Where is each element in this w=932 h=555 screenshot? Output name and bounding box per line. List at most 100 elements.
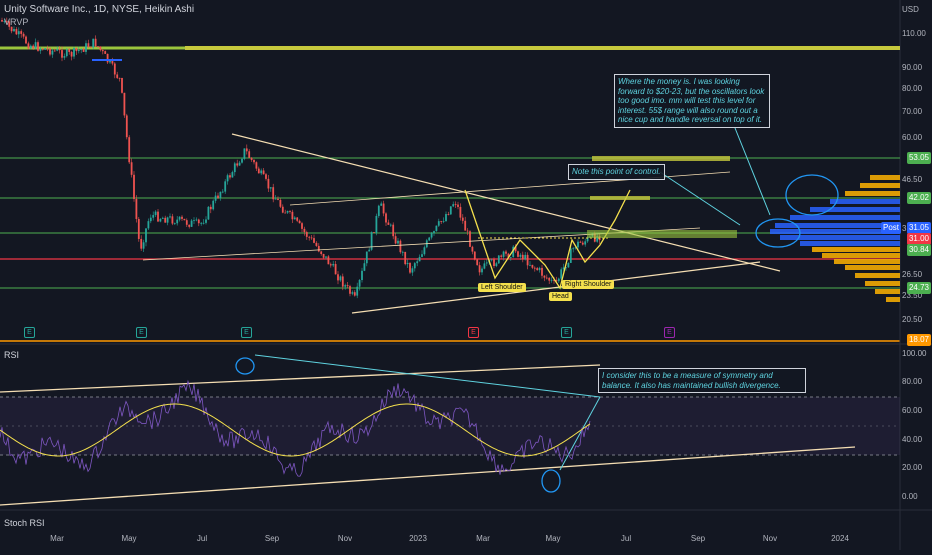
candle-body bbox=[397, 240, 399, 244]
time-axis-label: 2024 bbox=[831, 534, 849, 543]
candle-body bbox=[121, 77, 123, 93]
candle-body bbox=[20, 31, 23, 34]
candle-body bbox=[284, 212, 287, 214]
candle-body bbox=[286, 211, 289, 213]
candle-body bbox=[325, 256, 327, 258]
symbol-title[interactable]: Unity Software Inc., 1D, NYSE, Heikin As… bbox=[4, 4, 194, 15]
candle-body bbox=[25, 36, 27, 44]
stoch-rsi-label[interactable]: Stoch RSI bbox=[4, 518, 45, 528]
candle-body bbox=[15, 29, 18, 35]
rsi-note[interactable]: I consider this to be a measure of symme… bbox=[598, 368, 806, 393]
earnings-marker[interactable]: E bbox=[664, 327, 675, 338]
candle-body bbox=[430, 233, 433, 238]
candle-body bbox=[428, 237, 431, 241]
rsi-label[interactable]: RSI bbox=[4, 350, 19, 360]
rsi-tick: 20.00 bbox=[902, 463, 923, 472]
candle-body bbox=[13, 29, 15, 32]
candle-body bbox=[377, 205, 380, 216]
candle-body bbox=[255, 162, 258, 169]
time-axis-label: Jul bbox=[620, 534, 632, 543]
candle-body bbox=[142, 242, 145, 249]
candle-body bbox=[241, 158, 243, 163]
candle-body bbox=[452, 204, 455, 207]
candle-body bbox=[459, 206, 462, 218]
candle-body bbox=[394, 236, 397, 244]
earnings-marker[interactable]: E bbox=[468, 327, 479, 338]
candle-body bbox=[27, 43, 30, 49]
candle-body bbox=[567, 262, 570, 268]
candle-body bbox=[41, 48, 44, 50]
candle-body bbox=[152, 215, 155, 218]
candle-body bbox=[418, 256, 421, 262]
candle-body bbox=[505, 251, 507, 254]
candle-body bbox=[584, 241, 587, 245]
candle-body bbox=[61, 50, 63, 58]
earnings-marker[interactable]: E bbox=[24, 327, 35, 338]
volume-profile-bar bbox=[875, 289, 900, 294]
head-label: Head bbox=[549, 292, 572, 301]
volume-profile-bar bbox=[845, 265, 900, 270]
price-badge: 53.05 bbox=[906, 152, 931, 164]
candle-body bbox=[39, 48, 42, 51]
candle-body bbox=[442, 221, 445, 222]
candle-body bbox=[449, 206, 452, 215]
candle-body bbox=[277, 198, 279, 200]
candle-body bbox=[327, 256, 330, 265]
candle-body bbox=[476, 259, 479, 266]
candle-body bbox=[250, 157, 253, 160]
time-axis-label: Sep bbox=[264, 534, 280, 543]
candle-body bbox=[375, 215, 378, 233]
candle-body bbox=[392, 224, 395, 237]
candle-body bbox=[481, 268, 483, 273]
candle-body bbox=[435, 225, 438, 232]
candle-body bbox=[409, 262, 411, 273]
candle-body bbox=[195, 219, 198, 221]
earnings-marker[interactable]: E bbox=[241, 327, 252, 338]
time-axis-label: Nov bbox=[337, 534, 353, 543]
candle-body bbox=[296, 217, 299, 221]
candle-body bbox=[353, 292, 356, 296]
candle-body bbox=[85, 43, 87, 52]
candle-body bbox=[44, 48, 47, 50]
candle-body bbox=[315, 242, 318, 246]
chart-canvas[interactable] bbox=[0, 0, 932, 550]
candle-body bbox=[183, 218, 186, 221]
candle-body bbox=[111, 60, 114, 64]
candle-body bbox=[464, 220, 467, 231]
candle-body bbox=[279, 199, 282, 207]
candle-body bbox=[257, 168, 260, 174]
volume-profile-bar bbox=[855, 273, 900, 278]
rsi-low-circle bbox=[541, 469, 561, 493]
candle-body bbox=[339, 276, 342, 281]
price-tick: 20.50 bbox=[902, 315, 923, 324]
candle-body bbox=[320, 251, 323, 254]
price-tick: 80.00 bbox=[902, 84, 923, 93]
rsi-tick: 0.00 bbox=[902, 492, 918, 501]
candle-body bbox=[569, 248, 572, 263]
money-note[interactable]: Where the money is. I was looking forwar… bbox=[614, 74, 770, 128]
candle-body bbox=[22, 33, 25, 37]
candle-body bbox=[473, 251, 476, 260]
candle-body bbox=[529, 264, 531, 266]
time-axis-label: Mar bbox=[476, 534, 490, 543]
candle-body bbox=[517, 251, 519, 257]
candle-body bbox=[181, 216, 183, 219]
indicator-label[interactable]: VRVP bbox=[4, 17, 28, 27]
candle-body bbox=[101, 50, 104, 52]
candle-body bbox=[461, 217, 464, 221]
earnings-marker[interactable]: E bbox=[136, 327, 147, 338]
candle-body bbox=[401, 251, 404, 253]
candle-body bbox=[75, 47, 78, 52]
candle-body bbox=[65, 49, 68, 57]
candle-body bbox=[433, 231, 435, 234]
candle-body bbox=[178, 216, 181, 220]
time-axis-label: May bbox=[121, 534, 137, 543]
price-tick: 90.00 bbox=[902, 63, 923, 72]
candle-body bbox=[329, 264, 332, 266]
poc-note[interactable]: Note this point of control. bbox=[568, 164, 665, 180]
candle-body bbox=[123, 92, 126, 116]
candle-body bbox=[322, 253, 325, 258]
candle-body bbox=[92, 38, 95, 48]
earnings-marker[interactable]: E bbox=[561, 327, 572, 338]
candle-body bbox=[217, 195, 219, 198]
